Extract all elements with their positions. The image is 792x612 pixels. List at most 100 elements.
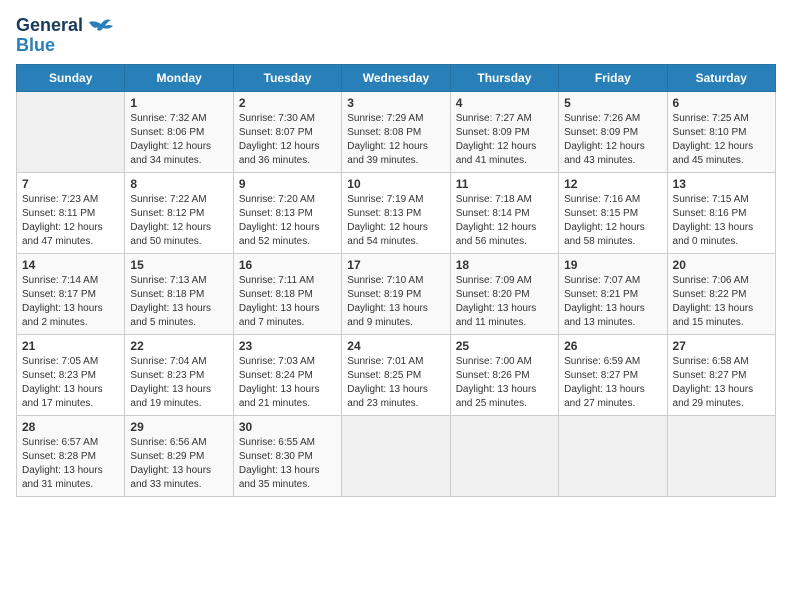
day-detail: Sunrise: 7:03 AM Sunset: 8:24 PM Dayligh… (239, 355, 336, 411)
day-number: 7 (22, 177, 119, 191)
day-number: 30 (239, 420, 336, 434)
day-detail: Sunrise: 7:09 AM Sunset: 8:20 PM Dayligh… (456, 274, 553, 330)
weekday-header-row: SundayMondayTuesdayWednesdayThursdayFrid… (17, 64, 776, 91)
calendar-body: 1 Sunrise: 7:32 AM Sunset: 8:06 PM Daylig… (17, 91, 776, 496)
day-number: 21 (22, 339, 119, 353)
day-number: 20 (673, 258, 770, 272)
calendar-cell: 23 Sunrise: 7:03 AM Sunset: 8:24 PM Dayli… (233, 334, 341, 415)
day-number: 10 (347, 177, 444, 191)
calendar-cell: 29 Sunrise: 6:56 AM Sunset: 8:29 PM Dayli… (125, 415, 233, 496)
weekday-header-monday: Monday (125, 64, 233, 91)
day-number: 14 (22, 258, 119, 272)
day-detail: Sunrise: 7:29 AM Sunset: 8:08 PM Dayligh… (347, 112, 444, 168)
day-detail: Sunrise: 7:10 AM Sunset: 8:19 PM Dayligh… (347, 274, 444, 330)
calendar-header: SundayMondayTuesdayWednesdayThursdayFrid… (17, 64, 776, 91)
calendar-week-row: 1 Sunrise: 7:32 AM Sunset: 8:06 PM Daylig… (17, 91, 776, 172)
calendar-cell: 15Sunrise: 7:13 AM Sunset: 8:18 PM Dayli… (125, 253, 233, 334)
calendar-cell: 24 Sunrise: 7:01 AM Sunset: 8:25 PM Dayli… (342, 334, 450, 415)
day-number: 11 (456, 177, 553, 191)
day-number: 18 (456, 258, 553, 272)
calendar-cell: 30 Sunrise: 6:55 AM Sunset: 8:30 PM Dayli… (233, 415, 341, 496)
calendar-cell: 2 Sunrise: 7:30 AM Sunset: 8:07 PM Daylig… (233, 91, 341, 172)
day-number: 6 (673, 96, 770, 110)
day-number: 19 (564, 258, 661, 272)
day-detail: Sunrise: 6:58 AM Sunset: 8:27 PM Dayligh… (673, 355, 770, 411)
day-number: 16 (239, 258, 336, 272)
calendar-cell: 18 Sunrise: 7:09 AM Sunset: 8:20 PM Dayli… (450, 253, 558, 334)
day-number: 9 (239, 177, 336, 191)
calendar-cell: 26Sunrise: 6:59 AM Sunset: 8:27 PM Dayli… (559, 334, 667, 415)
weekday-header-wednesday: Wednesday (342, 64, 450, 91)
weekday-header-friday: Friday (559, 64, 667, 91)
calendar-cell (450, 415, 558, 496)
calendar-week-row: 28 Sunrise: 6:57 AM Sunset: 8:28 PM Dayli… (17, 415, 776, 496)
logo-blue: Blue (16, 35, 55, 55)
day-detail: Sunrise: 6:59 AM Sunset: 8:27 PM Dayligh… (564, 355, 661, 411)
calendar-cell: 1 Sunrise: 7:32 AM Sunset: 8:06 PM Daylig… (125, 91, 233, 172)
day-detail: Sunrise: 7:16 AM Sunset: 8:15 PM Dayligh… (564, 193, 661, 249)
weekday-header-sunday: Sunday (17, 64, 125, 91)
day-number: 23 (239, 339, 336, 353)
header: General Blue (16, 16, 776, 56)
day-detail: Sunrise: 6:57 AM Sunset: 8:28 PM Dayligh… (22, 436, 119, 492)
day-number: 22 (130, 339, 227, 353)
day-detail: Sunrise: 7:05 AM Sunset: 8:23 PM Dayligh… (22, 355, 119, 411)
calendar-cell: 14 Sunrise: 7:14 AM Sunset: 8:17 PM Dayli… (17, 253, 125, 334)
day-detail: Sunrise: 7:25 AM Sunset: 8:10 PM Dayligh… (673, 112, 770, 168)
calendar-cell: 22 Sunrise: 7:04 AM Sunset: 8:23 PM Dayli… (125, 334, 233, 415)
day-number: 27 (673, 339, 770, 353)
calendar-cell: 4Sunrise: 7:27 AM Sunset: 8:09 PM Daylig… (450, 91, 558, 172)
day-detail: Sunrise: 7:27 AM Sunset: 8:09 PM Dayligh… (456, 112, 553, 168)
day-detail: Sunrise: 7:00 AM Sunset: 8:26 PM Dayligh… (456, 355, 553, 411)
calendar-cell: 27 Sunrise: 6:58 AM Sunset: 8:27 PM Dayli… (667, 334, 775, 415)
day-detail: Sunrise: 7:14 AM Sunset: 8:17 PM Dayligh… (22, 274, 119, 330)
calendar-week-row: 14 Sunrise: 7:14 AM Sunset: 8:17 PM Dayli… (17, 253, 776, 334)
logo-text: General Blue (16, 16, 83, 56)
day-number: 1 (130, 96, 227, 110)
day-detail: Sunrise: 7:01 AM Sunset: 8:25 PM Dayligh… (347, 355, 444, 411)
calendar-cell: 12 Sunrise: 7:16 AM Sunset: 8:15 PM Dayli… (559, 172, 667, 253)
calendar-table: SundayMondayTuesdayWednesdayThursdayFrid… (16, 64, 776, 497)
day-detail: Sunrise: 7:07 AM Sunset: 8:21 PM Dayligh… (564, 274, 661, 330)
day-number: 29 (130, 420, 227, 434)
day-number: 5 (564, 96, 661, 110)
weekday-header-saturday: Saturday (667, 64, 775, 91)
logo-bird-icon (87, 16, 115, 36)
calendar-cell: 17Sunrise: 7:10 AM Sunset: 8:19 PM Dayli… (342, 253, 450, 334)
calendar-cell: 25Sunrise: 7:00 AM Sunset: 8:26 PM Dayli… (450, 334, 558, 415)
calendar-week-row: 21 Sunrise: 7:05 AM Sunset: 8:23 PM Dayli… (17, 334, 776, 415)
day-number: 2 (239, 96, 336, 110)
day-detail: Sunrise: 7:04 AM Sunset: 8:23 PM Dayligh… (130, 355, 227, 411)
day-number: 3 (347, 96, 444, 110)
calendar-cell: 6 Sunrise: 7:25 AM Sunset: 8:10 PM Daylig… (667, 91, 775, 172)
calendar-cell: 9 Sunrise: 7:20 AM Sunset: 8:13 PM Daylig… (233, 172, 341, 253)
calendar-cell (342, 415, 450, 496)
day-number: 15 (130, 258, 227, 272)
day-number: 28 (22, 420, 119, 434)
day-detail: Sunrise: 7:06 AM Sunset: 8:22 PM Dayligh… (673, 274, 770, 330)
logo-general: General (16, 15, 83, 35)
calendar-cell: 13Sunrise: 7:15 AM Sunset: 8:16 PM Dayli… (667, 172, 775, 253)
weekday-header-tuesday: Tuesday (233, 64, 341, 91)
calendar-cell: 20 Sunrise: 7:06 AM Sunset: 8:22 PM Dayli… (667, 253, 775, 334)
calendar-cell (667, 415, 775, 496)
day-detail: Sunrise: 7:26 AM Sunset: 8:09 PM Dayligh… (564, 112, 661, 168)
day-number: 12 (564, 177, 661, 191)
day-number: 8 (130, 177, 227, 191)
day-detail: Sunrise: 7:30 AM Sunset: 8:07 PM Dayligh… (239, 112, 336, 168)
day-detail: Sunrise: 7:22 AM Sunset: 8:12 PM Dayligh… (130, 193, 227, 249)
calendar-cell: 21 Sunrise: 7:05 AM Sunset: 8:23 PM Dayli… (17, 334, 125, 415)
day-number: 24 (347, 339, 444, 353)
calendar-cell (17, 91, 125, 172)
calendar-cell: 11 Sunrise: 7:18 AM Sunset: 8:14 PM Dayli… (450, 172, 558, 253)
calendar-week-row: 7Sunrise: 7:23 AM Sunset: 8:11 PM Daylig… (17, 172, 776, 253)
calendar-cell: 5 Sunrise: 7:26 AM Sunset: 8:09 PM Daylig… (559, 91, 667, 172)
day-detail: Sunrise: 7:18 AM Sunset: 8:14 PM Dayligh… (456, 193, 553, 249)
day-detail: Sunrise: 7:11 AM Sunset: 8:18 PM Dayligh… (239, 274, 336, 330)
logo: General Blue (16, 16, 115, 56)
calendar-cell: 28 Sunrise: 6:57 AM Sunset: 8:28 PM Dayli… (17, 415, 125, 496)
day-detail: Sunrise: 6:56 AM Sunset: 8:29 PM Dayligh… (130, 436, 227, 492)
day-detail: Sunrise: 6:55 AM Sunset: 8:30 PM Dayligh… (239, 436, 336, 492)
day-detail: Sunrise: 7:32 AM Sunset: 8:06 PM Dayligh… (130, 112, 227, 168)
day-detail: Sunrise: 7:20 AM Sunset: 8:13 PM Dayligh… (239, 193, 336, 249)
